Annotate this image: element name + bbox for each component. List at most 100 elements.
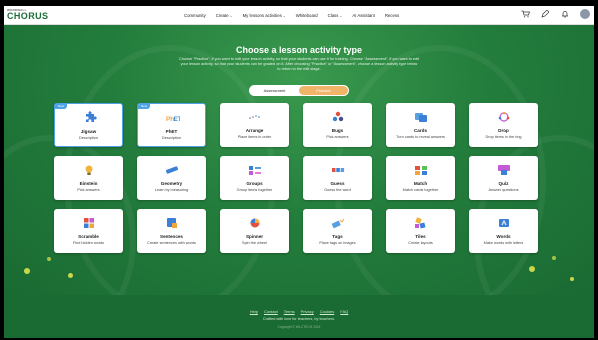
activity-description: Pick answers: [77, 188, 100, 192]
tiles-icon: [413, 216, 428, 230]
activity-card-groups[interactable]: Groups Group items together: [220, 156, 289, 200]
activity-card-einstein[interactable]: Einstein Pick answers: [54, 156, 123, 200]
nav-item-label: Class: [327, 12, 339, 18]
activity-description: Turn cards to reveal answers: [396, 135, 445, 139]
activity-name: Cards: [413, 128, 428, 133]
nav-item-label: Community: [184, 12, 206, 18]
tags-icon: [330, 216, 345, 230]
pen-icon[interactable]: [540, 9, 550, 19]
activity-card-arrange[interactable]: Arrange Place items in order: [220, 103, 289, 147]
activity-card-drop[interactable]: Drop Drop items in the ring: [469, 103, 538, 147]
activity-description: Pick answers: [326, 135, 349, 139]
activity-name: Words: [496, 234, 511, 239]
activity-name: Match: [413, 181, 428, 186]
nav-item-community[interactable]: Community: [184, 13, 206, 18]
groups-icon: [247, 163, 262, 177]
activity-card-tiles[interactable]: Tiles Create layouts: [386, 209, 455, 253]
words-icon: [496, 216, 511, 230]
activity-card-guess[interactable]: Guess Guess the word: [303, 156, 372, 200]
footer-tagline: Crafted with love for teachers, by teach…: [262, 317, 336, 321]
screen-frame: WORDWALL CHORUS Community Create⌄ My lesso…: [0, 0, 598, 340]
nav-item-recess[interactable]: Recess: [385, 13, 399, 18]
activity-description: Find hidden words: [72, 241, 105, 245]
nav-item-label: AI Assistant: [352, 12, 375, 18]
activity-description: Description: [162, 136, 181, 140]
activity-card-spinner[interactable]: Spinner Spin the wheel: [220, 209, 289, 253]
ruler-icon: [164, 163, 179, 177]
activity-description: Place tags on images: [319, 241, 356, 245]
activity-name: Arrange: [245, 128, 264, 133]
drop-icon: [496, 110, 511, 124]
activity-card-phet[interactable]: New PhET PhET Description: [137, 103, 206, 147]
footer-link-help[interactable]: Help: [250, 309, 258, 314]
assessment-option[interactable]: Assessment: [250, 86, 299, 95]
bulb-icon: [81, 163, 96, 177]
activity-name: Quiz: [498, 181, 509, 186]
activity-description: Guess the word: [324, 188, 351, 192]
activity-description: Create sentences with words: [147, 241, 196, 245]
match-icon: [413, 163, 428, 177]
footer-link-privacy[interactable]: Privacy: [301, 309, 314, 314]
mode-toggle: Assessment Practice: [249, 85, 349, 96]
bell-icon[interactable]: [560, 9, 570, 19]
user-avatar[interactable]: [580, 9, 590, 19]
svg-text:ET: ET: [173, 116, 180, 123]
chevron-down-icon: ⌄: [339, 13, 343, 18]
activity-card-jigsaw[interactable]: New Jigsaw Description: [54, 103, 123, 147]
chevron-down-icon: ⌄: [282, 13, 286, 18]
decor-dot: [24, 268, 30, 274]
footer-link-faq[interactable]: FAQ: [340, 309, 348, 314]
nav-item-label: My lessons activities: [242, 12, 282, 18]
nav-item-class[interactable]: Class⌄: [328, 13, 343, 18]
activity-name: Geometry: [160, 181, 183, 186]
logo-text: CHORUS: [7, 11, 49, 21]
quiz-icon: [496, 163, 511, 177]
activity-card-bugs[interactable]: Bugs Pick answers: [303, 103, 372, 147]
activity-card-tags[interactable]: Tags Place tags on images: [303, 209, 372, 253]
puzzle-icon: [82, 111, 97, 125]
activity-description: Answer questions: [488, 188, 519, 192]
decor-dot: [552, 256, 556, 260]
nav-item-ai-assistant[interactable]: AI Assistant: [352, 13, 374, 18]
activity-name: Spinner: [245, 234, 264, 239]
nav-item-create[interactable]: Create⌄: [216, 13, 233, 18]
page-description: Choose "Practice", if you want to edit y…: [179, 57, 420, 72]
activity-card-geometry[interactable]: Geometry Learn by measuring: [137, 156, 206, 200]
spinner-icon: [247, 216, 262, 230]
activity-name: Scramble: [78, 234, 99, 239]
activity-name: Bugs: [331, 128, 344, 133]
nav-item-whiteboard[interactable]: Whiteboard: [296, 13, 318, 18]
activity-card-sentences[interactable]: Sentences Create sentences with words: [137, 209, 206, 253]
decor-dot: [570, 277, 574, 281]
activity-name: Tiles: [415, 234, 426, 239]
activity-card-quiz[interactable]: Quiz Answer questions: [469, 156, 538, 200]
bugs-icon: [330, 110, 345, 124]
decor-dot: [529, 266, 535, 272]
activity-name: Guess: [330, 181, 345, 186]
nav-item-my-lessons-activities[interactable]: My lessons activities⌄: [243, 13, 286, 18]
guess-icon: [330, 163, 345, 177]
activity-description: Create layouts: [408, 241, 433, 245]
phet-logo: PhET: [165, 111, 180, 125]
practice-option[interactable]: Practice: [299, 86, 348, 95]
cart-icon[interactable]: [520, 9, 530, 19]
chorus-logo[interactable]: WORDWALL CHORUS: [7, 8, 48, 22]
app-page: WORDWALL CHORUS Community Create⌄ My lesso…: [4, 6, 594, 338]
top-navigation-bar: WORDWALL CHORUS Community Create⌄ My lesso…: [4, 6, 594, 25]
footer-link-contact[interactable]: Contact: [264, 309, 278, 314]
activity-description: Learn by measuring: [154, 188, 189, 192]
footer-links: Help Contact Terms Privacy Cookies FAQ: [4, 309, 594, 314]
footer-link-terms[interactable]: Terms: [284, 309, 295, 314]
new-badge: New: [138, 104, 151, 109]
activity-card-cards[interactable]: Cards Turn cards to reveal answers: [386, 103, 455, 147]
nav-item-label: Whiteboard: [295, 12, 318, 18]
activity-card-words[interactable]: Words Make words with letters: [469, 209, 538, 253]
activity-name: PhET: [165, 129, 178, 134]
footer-link-cookies[interactable]: Cookies: [320, 309, 334, 314]
activity-name: Einstein: [79, 181, 98, 186]
activity-card-match[interactable]: Match Match cards together: [386, 156, 455, 200]
activity-description: Spin the wheel: [242, 241, 267, 245]
activity-card-scramble[interactable]: Scramble Find hidden words: [54, 209, 123, 253]
activity-description: Make words with letters: [483, 241, 524, 245]
activity-description: Description: [79, 136, 98, 140]
